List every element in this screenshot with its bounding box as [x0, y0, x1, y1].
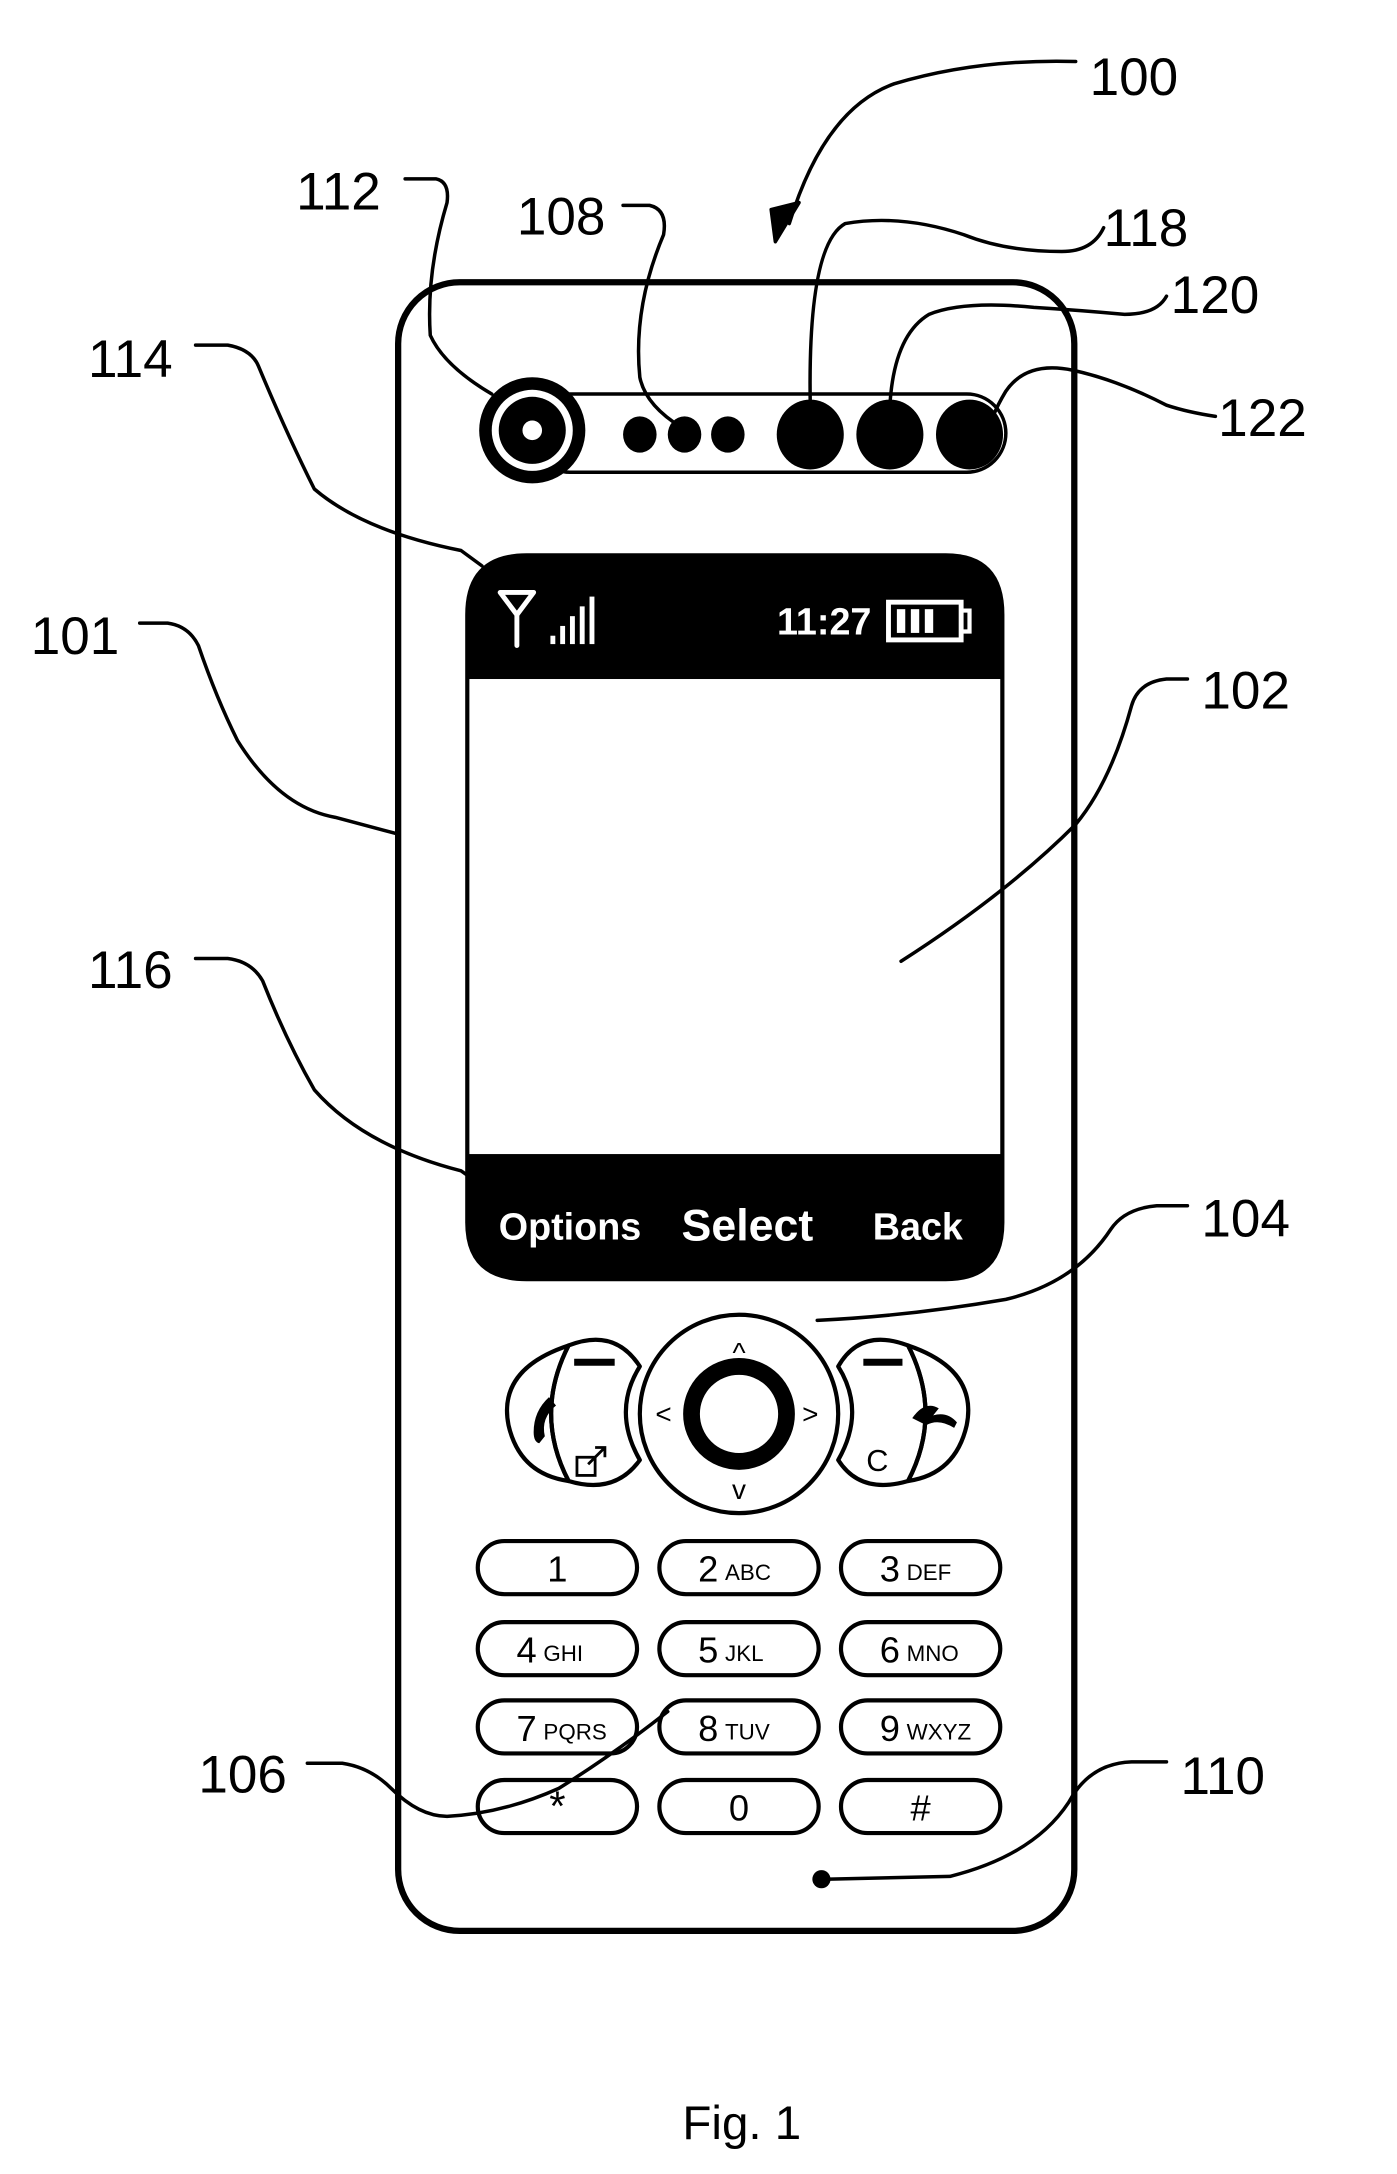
key-digit: 1 [547, 1549, 567, 1590]
keypad-key-7[interactable]: 7 PQRS [475, 1698, 640, 1756]
key-digit: 8 [698, 1708, 718, 1749]
signal-bar [589, 596, 595, 645]
label-116: 116 [88, 941, 173, 1000]
signal-bar [550, 635, 556, 645]
display-screen: 11:27 Options Select Back [465, 553, 1005, 1282]
keypad-key-4[interactable]: 4 GHI [475, 1620, 640, 1678]
display-content-area [469, 679, 1001, 1155]
key-letters: GHI [543, 1641, 583, 1666]
patent-figure: 11:27 Options Select Back ^ v < > C 1 2 … [31, 48, 1307, 2150]
navigation-key[interactable]: ^ v < > [637, 1312, 841, 1516]
nav-up-arrow[interactable]: ^ [732, 1337, 745, 1368]
softkey-back[interactable]: Back [873, 1205, 964, 1247]
top-button-120[interactable] [856, 399, 924, 470]
label-108: 108 [517, 188, 606, 247]
leader-120 [888, 294, 1169, 407]
keypad-key-2[interactable]: 2 ABC [657, 1538, 821, 1597]
phone-device: 11:27 Options Select Back ^ v < > C 1 2 … [395, 279, 1078, 1935]
key-digit: 5 [698, 1630, 718, 1671]
leader-114 [193, 343, 484, 568]
key-digit: 3 [880, 1549, 900, 1590]
leader-101 [137, 621, 400, 836]
key-letters: JKL [725, 1641, 764, 1666]
softkey-options[interactable]: Options [499, 1205, 641, 1247]
clear-key-label: C [866, 1443, 888, 1478]
phone-hangup-icon [912, 1405, 957, 1428]
leader-100 [787, 59, 1078, 226]
label-118: 118 [1104, 199, 1189, 258]
camera-lens [479, 377, 586, 484]
key-letters: MNO [907, 1641, 959, 1666]
keypad-key-hash[interactable]: # [838, 1777, 1003, 1836]
key-letters: PQRS [543, 1719, 606, 1744]
signal-bar [579, 606, 585, 645]
keypad-key-0[interactable]: 0 [657, 1777, 821, 1836]
right-key-cluster: C [836, 1337, 971, 1488]
center-select-key[interactable] [683, 1358, 795, 1470]
key-letters: DEF [907, 1560, 952, 1585]
right-softkey[interactable]: C [836, 1337, 928, 1488]
keypad-key-3[interactable]: 3 DEF [838, 1538, 1003, 1597]
signal-bar [569, 616, 575, 645]
label-112: 112 [296, 163, 381, 222]
keypad-key-6[interactable]: 6 MNO [838, 1620, 1003, 1678]
leader-118 [808, 218, 1106, 407]
key-digit: # [911, 1788, 932, 1829]
battery-level-bar [910, 609, 920, 633]
leader-112 [403, 177, 494, 396]
leader-116 [193, 956, 477, 1183]
key-letters: ABC [725, 1560, 771, 1585]
keypad-key-9[interactable]: 9 WXYZ [838, 1698, 1003, 1756]
nav-down-arrow[interactable]: v [732, 1474, 746, 1505]
label-101: 101 [31, 607, 120, 666]
label-110: 110 [1180, 1747, 1265, 1806]
label-100: 100 [1090, 48, 1179, 107]
signal-bar [560, 625, 566, 645]
leader-122 [987, 366, 1218, 437]
arrowhead-100 [769, 200, 801, 244]
keypad-key-1[interactable]: 1 [475, 1538, 640, 1597]
status-time: 11:27 [777, 600, 871, 642]
external-link-icon [575, 1446, 607, 1477]
key-digit: 9 [880, 1708, 900, 1749]
label-122: 122 [1218, 389, 1307, 448]
label-120: 120 [1171, 266, 1260, 325]
key-digit: 4 [517, 1630, 537, 1671]
key-letters: TUV [725, 1719, 770, 1744]
softkey-select[interactable]: Select [682, 1202, 814, 1251]
keypad-key-5[interactable]: 5 JKL [657, 1620, 821, 1678]
label-114: 114 [88, 330, 173, 389]
top-button-118[interactable] [776, 399, 844, 470]
nav-right-arrow[interactable]: > [802, 1399, 818, 1430]
key-digit: 6 [880, 1630, 900, 1671]
label-104: 104 [1201, 1189, 1290, 1248]
label-106: 106 [198, 1746, 287, 1805]
leader-106 [305, 1709, 670, 1819]
key-letters: WXYZ [907, 1719, 972, 1744]
speaker-holes [623, 416, 745, 453]
left-key-cluster [504, 1337, 642, 1488]
battery-level-bar [924, 609, 934, 633]
keypad-key-8[interactable]: 8 TUV [657, 1698, 821, 1756]
nav-left-arrow[interactable]: < [655, 1399, 671, 1430]
key-digit: 7 [517, 1708, 537, 1749]
left-softkey[interactable] [549, 1337, 642, 1488]
battery-level-bar [896, 609, 906, 633]
top-strip [529, 392, 1008, 474]
key-digit: 0 [729, 1788, 749, 1829]
figure-caption: Fig. 1 [682, 2097, 801, 2150]
key-digit: 2 [698, 1549, 718, 1590]
top-button-122[interactable] [935, 399, 1004, 470]
label-102: 102 [1201, 661, 1290, 720]
end-call-key[interactable] [905, 1343, 971, 1484]
